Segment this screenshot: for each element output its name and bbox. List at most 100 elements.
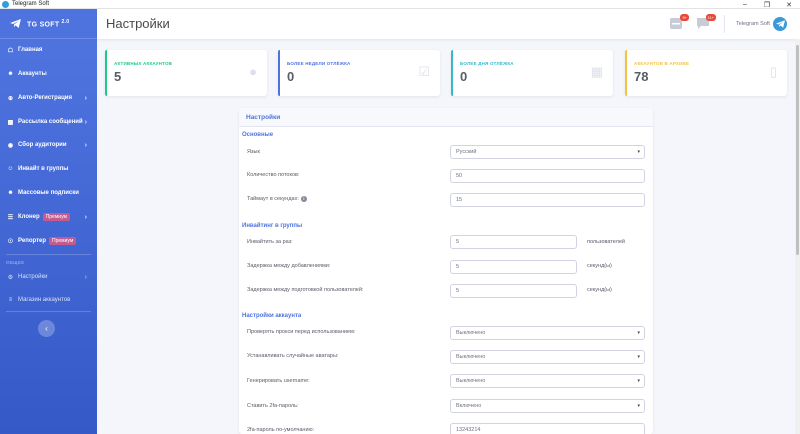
window-title: Telegram Soft bbox=[12, 1, 50, 7]
timeout-value: 15 bbox=[456, 197, 463, 203]
sidebar-item-label: Авто-Регистрация bbox=[18, 95, 72, 101]
telegram-plane-icon bbox=[775, 20, 785, 28]
window-titlebar: Telegram Soft – ❐ ✕ bbox=[0, 0, 800, 9]
sidebar-item-label: Рассылка сообщений bbox=[18, 119, 83, 125]
sidebar-item-label: Аккаунты bbox=[18, 71, 47, 77]
file-icon: ▯ bbox=[769, 64, 777, 79]
invite-per-input[interactable]: 5 bbox=[450, 235, 577, 249]
chevron-right-icon: › bbox=[84, 94, 87, 102]
stat-card-archive: Аккаунтов в архиве 78 ▯ bbox=[625, 50, 787, 96]
sidebar-item-auto-registration[interactable]: ⊕ Авто-Регистрация › bbox=[0, 90, 97, 106]
gen-username-value: Выключено bbox=[456, 378, 486, 384]
delay-prep-input[interactable]: 5 bbox=[450, 284, 577, 298]
sidebar-item-mass-subscribe[interactable]: ☻ Массовые подписки bbox=[0, 185, 97, 201]
invite-per-label: Инвайтить за раз: bbox=[247, 239, 293, 245]
random-avatar-label: Устанавливать случайные аватары: bbox=[247, 353, 339, 359]
stat-value: 78 bbox=[634, 69, 649, 84]
stat-accent-bar bbox=[105, 50, 107, 96]
threads-input[interactable]: 50 bbox=[450, 169, 645, 183]
topbar: Настройки 9+ 11+ Telegram Soft bbox=[97, 9, 800, 39]
group-icon: ☺ bbox=[7, 166, 14, 172]
brand-name: TG SOFT 2.0 bbox=[27, 18, 70, 29]
minimize-icon[interactable]: – bbox=[734, 0, 756, 9]
set-2fa-value: Включено bbox=[456, 403, 482, 409]
delay-add-value: 5 bbox=[456, 264, 460, 270]
sidebar-item-home[interactable]: ☖ Главная bbox=[0, 42, 97, 58]
stat-label: Аккаунтов в архиве bbox=[634, 61, 690, 66]
delay-add-unit: секунд(ы) bbox=[587, 263, 612, 269]
collect-icon: ◉ bbox=[7, 142, 14, 149]
close-icon[interactable]: ✕ bbox=[778, 0, 800, 9]
delay-add-input[interactable]: 5 bbox=[450, 260, 577, 274]
check-proxy-value: Выключено bbox=[456, 330, 486, 336]
language-select[interactable]: Русский ▾ bbox=[450, 145, 645, 159]
stat-accent-bar bbox=[625, 50, 627, 96]
page-scrollbar[interactable] bbox=[795, 39, 800, 434]
language-value: Русский bbox=[456, 149, 477, 155]
messages-badge: 11+ bbox=[705, 14, 716, 21]
page-title: Настройки bbox=[106, 16, 170, 31]
timeout-label-text: Таймаут в секундах: bbox=[247, 196, 299, 202]
stat-accent-bar bbox=[278, 50, 280, 96]
random-avatar-value: Выключено bbox=[456, 354, 486, 360]
sidebar-item-reporter[interactable]: ☉ Репортер Премиум bbox=[0, 233, 97, 249]
chevron-left-icon: ‹ bbox=[45, 324, 48, 333]
sitemap-icon: ☰ bbox=[7, 214, 14, 221]
plus-circle-icon: ⊕ bbox=[7, 95, 14, 102]
timeout-input[interactable]: 15 bbox=[450, 193, 645, 207]
maximize-icon[interactable]: ❐ bbox=[756, 0, 778, 9]
random-avatar-select[interactable]: Выключено ▾ bbox=[450, 350, 645, 364]
user-name[interactable]: Telegram Soft bbox=[736, 21, 770, 27]
sidebar-item-label: Сбор аудитории bbox=[18, 142, 67, 148]
sidebar-item-shop[interactable]: ≡ Магазин аккаунтов bbox=[0, 292, 97, 308]
sidebar-item-mailing[interactable]: ▩ Рассылка сообщений › bbox=[0, 114, 97, 130]
home-icon: ☖ bbox=[7, 47, 14, 54]
telegram-plane-icon bbox=[10, 19, 21, 28]
brand-version: 2.0 bbox=[61, 18, 70, 25]
card-title: Настройки bbox=[239, 108, 653, 127]
caret-down-icon: ▾ bbox=[637, 149, 640, 155]
notifications-button[interactable]: 9+ bbox=[669, 14, 689, 30]
messages-button[interactable]: 11+ bbox=[696, 14, 716, 30]
invite-per-unit: пользователей bbox=[587, 239, 625, 245]
sidebar-item-invite[interactable]: ☺ Инвайт в группы bbox=[0, 161, 97, 177]
user-plus-icon: ☻ bbox=[7, 190, 14, 196]
delay-add-label: Задержка между добавлениями: bbox=[247, 263, 331, 269]
sidebar-item-settings[interactable]: ⚙ Настройки › bbox=[0, 269, 97, 285]
settings-card: Настройки Основные Язык Русский ▾ Количе… bbox=[239, 108, 653, 434]
caret-down-icon: ▾ bbox=[637, 330, 640, 336]
sidebar-item-cloner[interactable]: ☰ Клонер Премиум › bbox=[0, 209, 97, 225]
sidebar: TG SOFT 2.0 ☖ Главная ☻ Аккаунты ⊕ Авто-Р… bbox=[0, 9, 97, 434]
caret-down-icon: ▾ bbox=[637, 378, 640, 384]
shop-icon: ≡ bbox=[8, 297, 13, 303]
sidebar-item-label: Клонер bbox=[18, 214, 40, 220]
gear-icon: ⚙ bbox=[7, 274, 14, 281]
brand[interactable]: TG SOFT 2.0 bbox=[0, 9, 97, 39]
gen-username-select[interactable]: Выключено ▾ bbox=[450, 374, 645, 388]
stat-label: Более недели отлёжка bbox=[287, 61, 351, 66]
sidebar-item-audience[interactable]: ◉ Сбор аудитории › bbox=[0, 137, 97, 153]
calendar-icon: ▦ bbox=[590, 64, 603, 79]
caret-down-icon: ▾ bbox=[637, 354, 640, 360]
default-2fa-label: 2fa-пароль по-умолчанию: bbox=[247, 427, 315, 433]
sidebar-item-accounts[interactable]: ☻ Аккаунты bbox=[0, 66, 97, 82]
chevron-right-icon: › bbox=[84, 273, 87, 281]
stat-card-active: Активных аккаунтов 5 ● bbox=[105, 50, 267, 96]
caret-down-icon: ▾ bbox=[637, 403, 640, 409]
check-proxy-label: Проверять прокси перед использованием: bbox=[247, 329, 356, 335]
avatar[interactable] bbox=[773, 17, 787, 31]
set-2fa-select[interactable]: Включено ▾ bbox=[450, 399, 645, 413]
info-icon[interactable]: i bbox=[300, 196, 307, 202]
premium-badge: Премиум bbox=[42, 213, 70, 221]
stat-label: Более дня отлёжка bbox=[460, 61, 514, 66]
sidebar-toggle-button[interactable]: ‹ bbox=[38, 320, 55, 337]
chevron-right-icon: › bbox=[84, 118, 87, 126]
check-proxy-select[interactable]: Выключено ▾ bbox=[450, 326, 645, 340]
threads-label: Количество потоков: bbox=[247, 172, 300, 178]
sidebar-item-label: Массовые подписки bbox=[18, 190, 79, 196]
scrollbar-thumb[interactable] bbox=[796, 45, 799, 255]
default-2fa-input[interactable]: 13243214 bbox=[450, 423, 645, 434]
invite-per-value: 5 bbox=[456, 239, 460, 245]
threads-value: 50 bbox=[456, 173, 463, 179]
users-icon: ☻ bbox=[7, 71, 14, 77]
